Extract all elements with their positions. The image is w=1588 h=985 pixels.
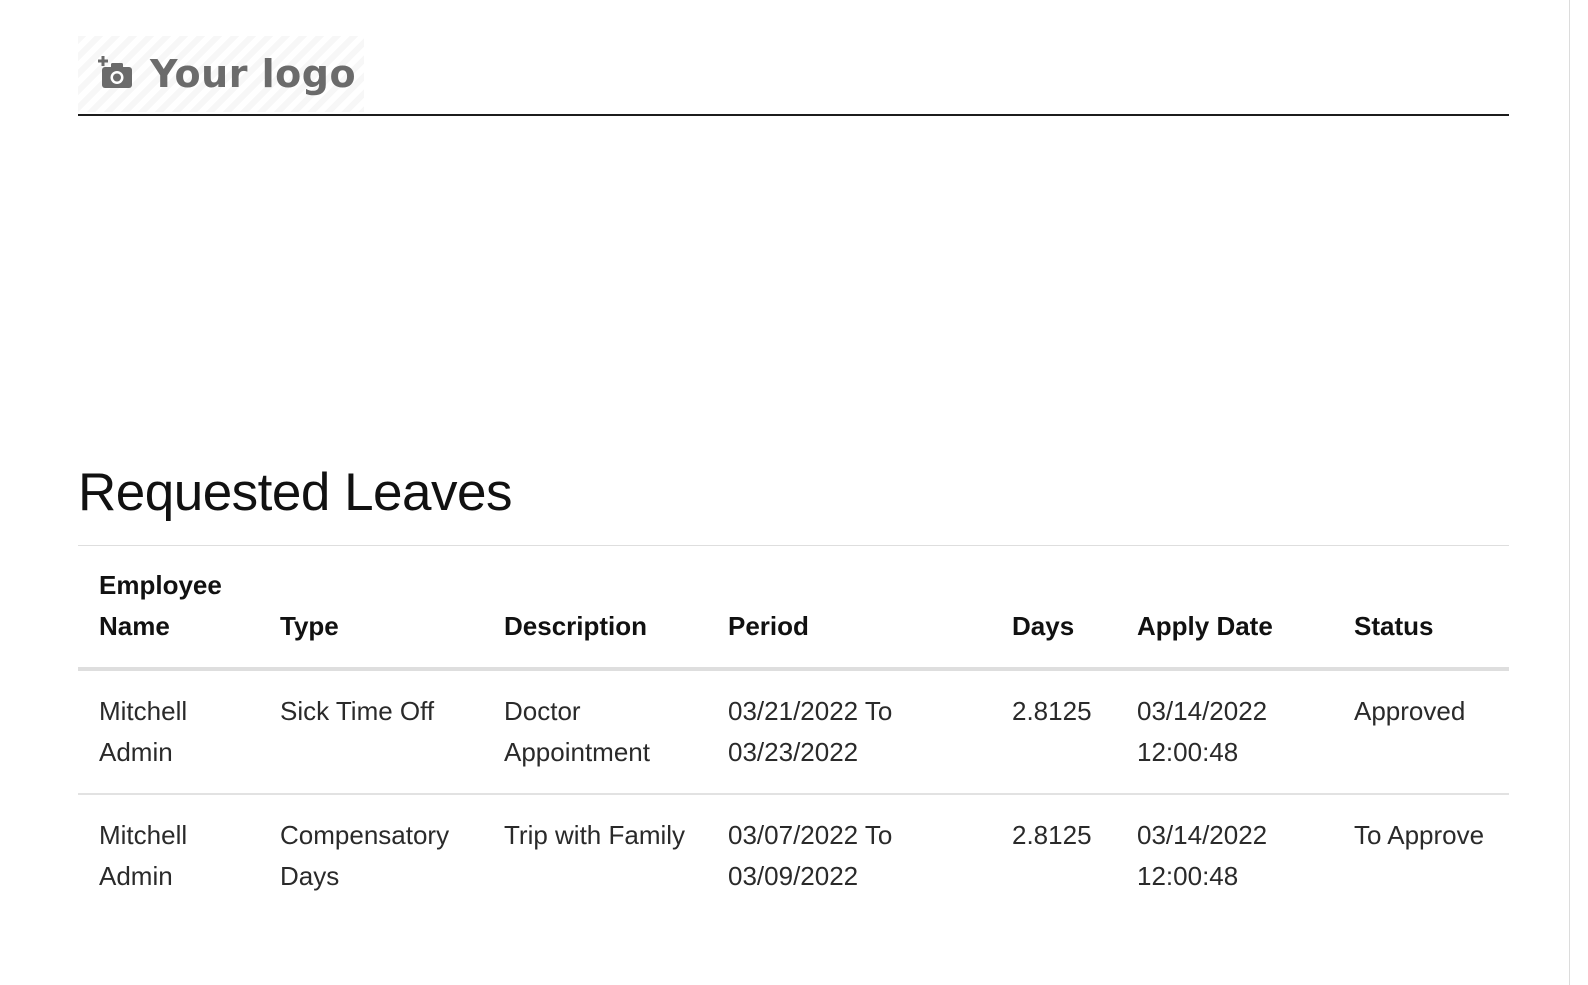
page-edge-divider	[1569, 0, 1570, 985]
cell-days: 2.8125	[1012, 820, 1092, 850]
column-header-description: Description	[483, 546, 707, 671]
cell-type: Compensatory Days	[280, 820, 450, 891]
column-header-period: Period	[707, 546, 991, 671]
report-header: Your logo	[78, 0, 1509, 116]
cell-employee-name: Mitchell Admin	[78, 669, 259, 795]
cell-employee-name: Mitchell Admin	[99, 820, 188, 891]
cell-period: 03/07/2022 To 03/09/2022	[728, 820, 893, 891]
cell-apply-date: 03/14/2022 12:00:48	[1137, 820, 1268, 891]
column-header-status: Status	[1333, 546, 1509, 671]
cell-period: 03/21/2022 To 03/23/2022	[707, 669, 991, 795]
column-header-employee-name: Employee Name	[78, 546, 259, 671]
cell-days: 2.8125	[991, 669, 1116, 795]
cell-description: Doctor Appointment	[483, 669, 707, 795]
table-row: Mitchell Admin Sick Time Off Doctor Appo…	[78, 669, 1509, 795]
cell-apply-date: 03/14/2022 12:00:48	[1116, 669, 1333, 795]
report-page: Your logo Requested Leaves Employee Name…	[0, 0, 1588, 985]
leaves-table: Employee Name Type Description Period Da…	[78, 546, 1509, 917]
cell-type: Sick Time Off	[259, 669, 483, 795]
camera-plus-icon	[98, 56, 134, 92]
column-header-apply-date: Apply Date	[1116, 546, 1333, 671]
report-title: Requested Leaves	[78, 463, 513, 522]
cell-description: Trip with Family	[504, 820, 686, 850]
cell-status: To Approve	[1354, 820, 1485, 850]
column-header-days: Days	[991, 546, 1116, 671]
company-logo: Your logo	[78, 36, 364, 112]
column-header-type: Type	[259, 546, 483, 671]
leaves-table-container: Employee Name Type Description Period Da…	[78, 545, 1509, 917]
table-header-row: Employee Name Type Description Period Da…	[78, 546, 1509, 671]
table-row: Mitchell Admin Compensatory Days Trip wi…	[78, 794, 1509, 917]
logo-text: Your logo	[150, 52, 357, 96]
cell-status: Approved	[1333, 669, 1509, 795]
